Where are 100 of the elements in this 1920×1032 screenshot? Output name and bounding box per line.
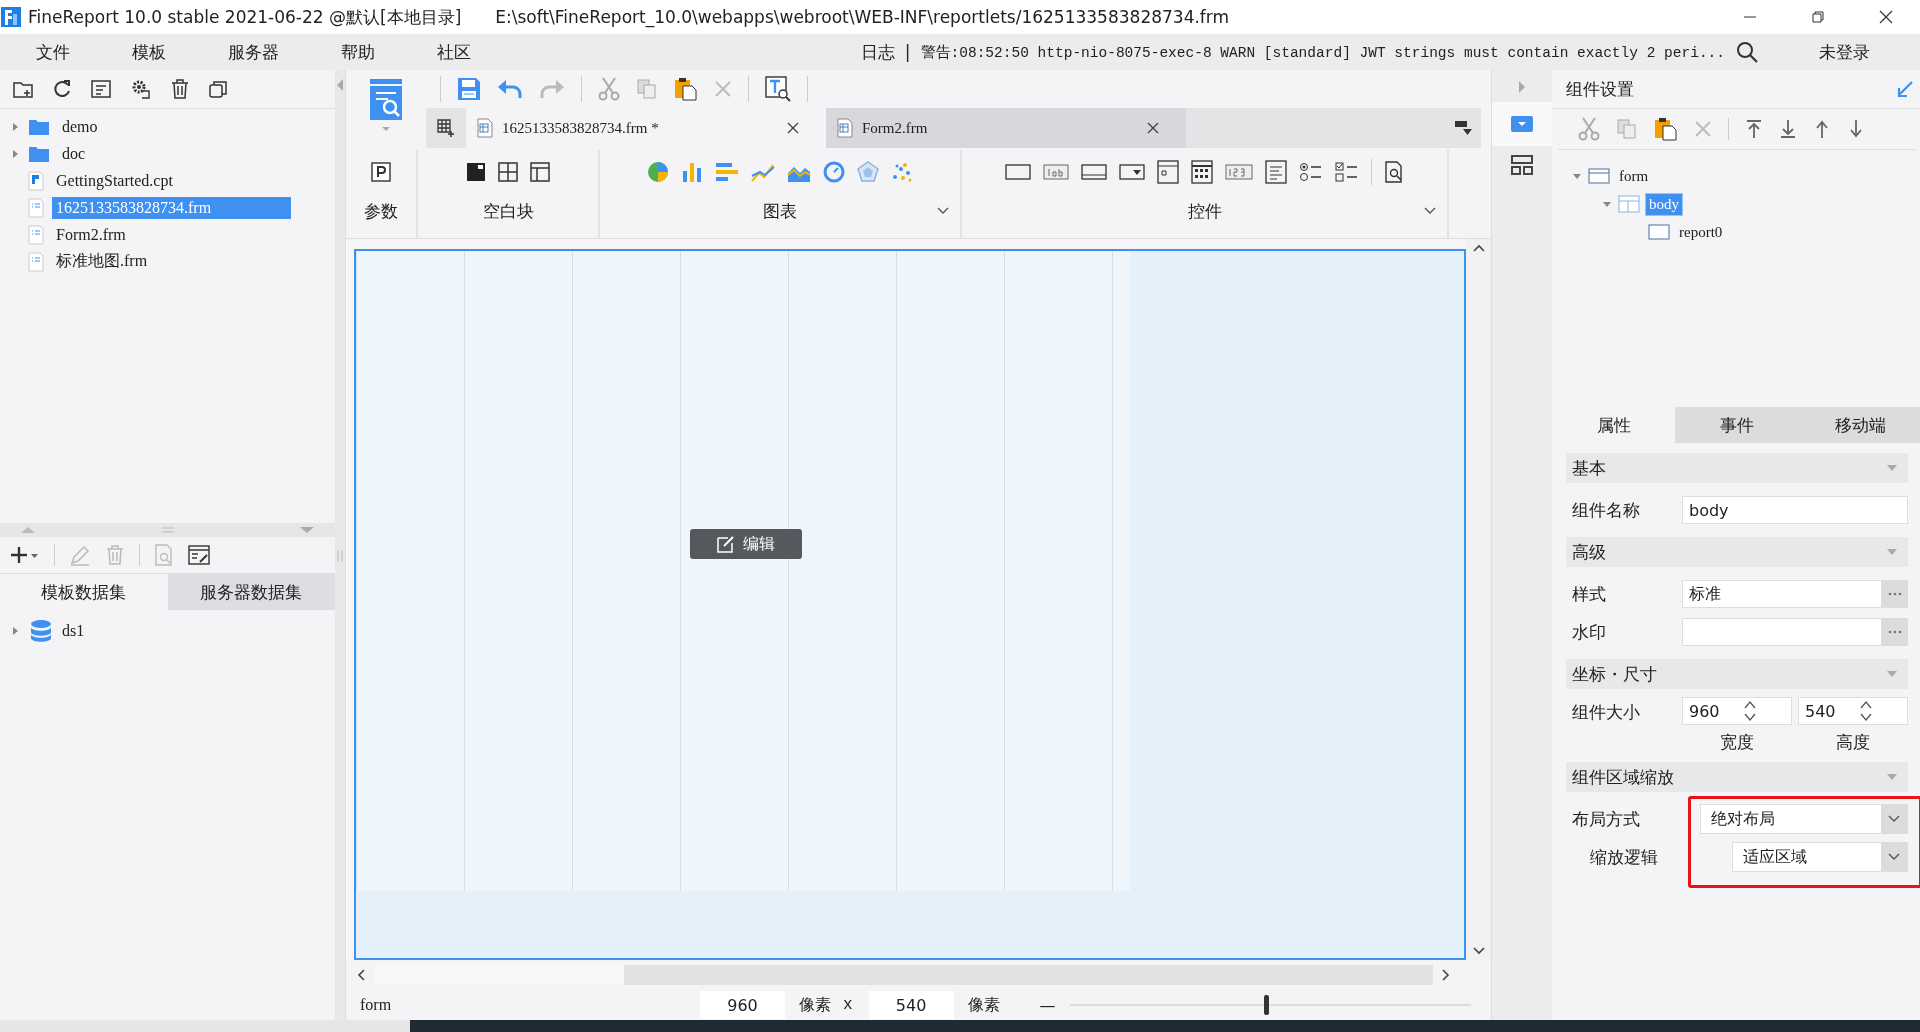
preview-document-icon[interactable]	[368, 78, 404, 122]
calendar-icon[interactable]	[1191, 160, 1213, 184]
scroll-up-icon[interactable]	[1471, 243, 1486, 253]
dataset-item[interactable]: ds1	[62, 622, 85, 640]
widget-settings-icon[interactable]	[1510, 115, 1534, 133]
text-search-icon[interactable]	[765, 76, 791, 102]
move-top-icon[interactable]	[1745, 119, 1763, 139]
parameter-icon[interactable]	[371, 162, 391, 182]
pie-chart-icon[interactable]	[647, 161, 669, 183]
dropdown-chevron-icon[interactable]	[1423, 206, 1437, 216]
delete-icon[interactable]	[1694, 120, 1712, 138]
gauge-icon[interactable]	[823, 161, 845, 183]
dropdown-select[interactable]: 绝对布局	[1700, 804, 1908, 834]
document-list-icon[interactable]	[90, 79, 112, 99]
editor-tab[interactable]: Form2.frm	[826, 108, 1186, 148]
caret-icon[interactable]	[381, 126, 391, 132]
splitter-handle-icon[interactable]	[337, 550, 343, 562]
file-item[interactable]: doc	[58, 142, 90, 165]
text-field-icon[interactable]	[1005, 163, 1031, 181]
number-field-icon[interactable]	[1225, 163, 1253, 181]
collapse-icon[interactable]	[1886, 464, 1898, 472]
tab-menu-icon[interactable]	[1453, 118, 1473, 138]
preview-icon[interactable]	[1384, 161, 1404, 183]
scroll-left-icon[interactable]	[356, 968, 366, 982]
close-icon[interactable]	[1878, 9, 1894, 25]
property-tab[interactable]: 移动端	[1798, 407, 1920, 443]
edit-icon[interactable]	[69, 544, 91, 566]
restore-icon[interactable]	[1810, 9, 1826, 25]
section-header[interactable]: 基本	[1572, 456, 1606, 480]
login-link[interactable]: 未登录	[1819, 40, 1870, 64]
scroll-right-icon[interactable]	[1441, 968, 1451, 982]
checkbox-group-icon[interactable]	[1335, 161, 1359, 183]
date-field-icon[interactable]	[1157, 160, 1179, 184]
cut-icon[interactable]	[598, 77, 620, 101]
dataset-tab[interactable]: 服务器数据集	[167, 574, 335, 610]
radar-chart-icon[interactable]	[857, 161, 879, 183]
collapse-icon[interactable]	[1886, 670, 1898, 678]
trash-icon[interactable]	[170, 78, 190, 100]
collapse-arrow-icon[interactable]	[1602, 199, 1612, 209]
cut-icon[interactable]	[1578, 117, 1600, 141]
menu-item[interactable]: 社区	[401, 40, 497, 64]
expand-arrow-icon[interactable]	[10, 148, 20, 159]
file-item[interactable]: Form2.frm	[52, 223, 130, 246]
text-field[interactable]: body	[1682, 496, 1908, 524]
tab-block-icon[interactable]	[530, 162, 550, 182]
file-item[interactable]: 标准地图.frm	[52, 249, 152, 274]
move-bottom-icon[interactable]	[1779, 119, 1797, 139]
save-icon[interactable]	[457, 77, 481, 101]
height-field[interactable]: 540	[868, 991, 954, 1019]
zoom-out-button[interactable]: —	[1039, 995, 1056, 1015]
dropdown-chevron-icon[interactable]	[936, 206, 950, 216]
editor-tab[interactable]: 1625133583828734.frm *	[466, 108, 826, 148]
radio-group-icon[interactable]	[1299, 161, 1323, 183]
dataset-edit-icon[interactable]	[188, 544, 210, 566]
paste-icon[interactable]	[674, 77, 698, 101]
bar-chart-icon[interactable]	[681, 161, 703, 183]
collapse-icon[interactable]	[1886, 773, 1898, 781]
search-icon[interactable]	[1735, 40, 1759, 64]
delete-icon[interactable]	[714, 80, 732, 98]
tree-node[interactable]: report0	[1676, 221, 1726, 243]
new-sheet-icon[interactable]	[436, 118, 456, 138]
menu-item[interactable]: 文件	[0, 40, 96, 64]
expand-arrow-icon[interactable]	[10, 121, 20, 132]
layout-icon[interactable]	[1510, 154, 1534, 176]
refresh-icon[interactable]	[52, 79, 72, 99]
menu-item[interactable]: 模板	[96, 40, 192, 64]
close-icon[interactable]	[1146, 121, 1160, 135]
width-field[interactable]: 960	[700, 991, 785, 1019]
dropdown-icon[interactable]	[1119, 163, 1145, 181]
scatter-chart-icon[interactable]	[891, 161, 913, 183]
expand-right-icon[interactable]	[1518, 80, 1526, 94]
edit-button[interactable]: 编辑	[690, 529, 802, 559]
collapse-arrow-icon[interactable]	[1572, 171, 1582, 181]
chevron-down-icon[interactable]	[1887, 814, 1901, 824]
design-canvas[interactable]: 编辑	[354, 249, 1466, 960]
redo-icon[interactable]	[539, 78, 565, 100]
property-tab[interactable]: 事件	[1675, 407, 1799, 443]
tree-node[interactable]: form	[1616, 165, 1652, 187]
undo-icon[interactable]	[497, 78, 523, 100]
absolute-block-icon[interactable]	[466, 162, 486, 182]
number-spinner[interactable]: 540	[1798, 697, 1908, 725]
input-field[interactable]: 标准	[1682, 580, 1882, 608]
chevron-down-icon[interactable]	[1887, 852, 1901, 862]
section-header[interactable]: 高级	[1572, 540, 1606, 564]
expand-arrow-icon[interactable]	[10, 626, 20, 636]
file-item[interactable]: GettingStarted.cpt	[52, 169, 177, 192]
dropdown-select[interactable]: 适应区域	[1732, 842, 1908, 872]
expand-down-icon[interactable]	[299, 526, 315, 534]
new-folder-icon[interactable]	[12, 79, 34, 99]
menu-item[interactable]: 服务器	[192, 40, 305, 64]
menu-item[interactable]: 帮助	[305, 40, 401, 64]
apply-icon[interactable]	[1896, 80, 1914, 98]
label-icon[interactable]	[1043, 163, 1069, 181]
slider-thumb[interactable]	[1264, 995, 1270, 1015]
text-area-icon[interactable]	[1265, 160, 1287, 184]
gear-document-icon[interactable]	[130, 78, 152, 100]
collapse-icon[interactable]	[1886, 548, 1898, 556]
paste-icon[interactable]	[1654, 117, 1678, 141]
form-file-icon[interactable]	[836, 118, 854, 138]
move-up-icon[interactable]	[1813, 119, 1831, 139]
